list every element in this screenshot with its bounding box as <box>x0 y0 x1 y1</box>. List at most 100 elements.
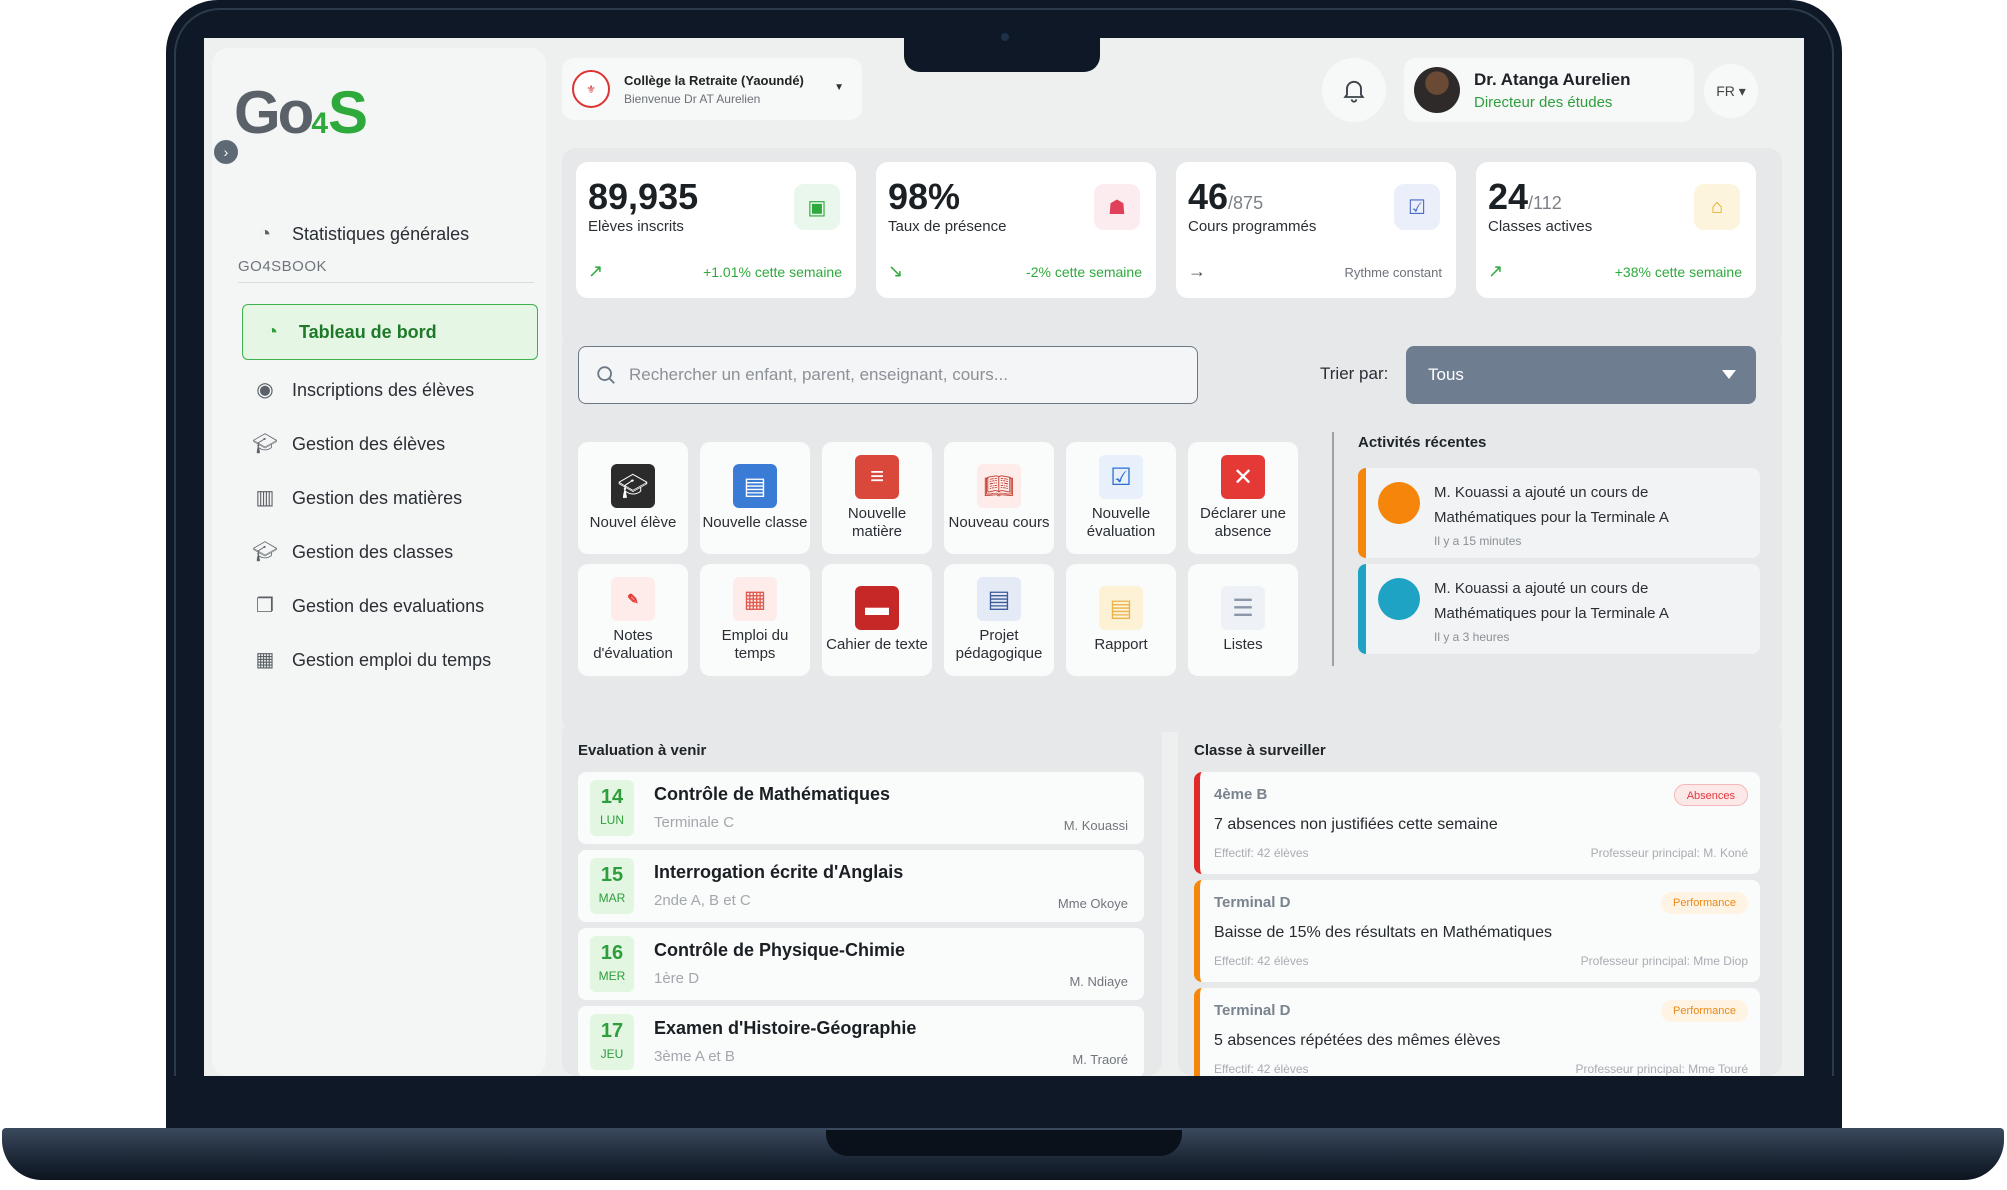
activity-item[interactable]: M. Kouassi a ajouté un cours de Mathémat… <box>1358 564 1760 654</box>
action-nouvelle-matiere[interactable]: ≡ Nouvelle matière <box>822 442 932 554</box>
trend-up-icon: ↗ <box>1488 261 1504 281</box>
action-nouvel-eleve[interactable]: 🎓︎ Nouvel élève <box>578 442 688 554</box>
date-badge: 17 JEU <box>590 1014 634 1070</box>
evaluation-teacher: Mme Okoye <box>1057 896 1128 911</box>
sort-label: Trier par: <box>1320 364 1389 383</box>
collapse-sidebar-button[interactable]: › <box>214 140 238 164</box>
sidebar-item-gestion-classes[interactable]: 🎓︎ Gestion des classes <box>242 524 538 580</box>
action-declarer-absence[interactable]: ✕ Déclarer une absence <box>1188 442 1298 554</box>
stat-card-eleves[interactable]: 89,935 Elèves inscrits ▣ ↗ +1.01% cette … <box>576 162 856 298</box>
watch-row[interactable]: 4ème B Absences 7 absences non justifiée… <box>1194 772 1760 874</box>
copy-icon: ❐ <box>256 595 274 617</box>
document-icon: ▤ <box>1099 586 1143 630</box>
action-listes[interactable]: ☰ Listes <box>1188 564 1298 676</box>
evaluation-row[interactable]: 16 MER Contrôle de Physique-Chimie 1ère … <box>578 928 1144 1000</box>
status-badge: Performance <box>1661 1000 1748 1022</box>
activity-item[interactable]: M. Kouassi a ajouté un cours de Mathémat… <box>1358 468 1760 558</box>
stat-card-classes[interactable]: 24/112 Classes actives ⌂ ↗ +38% cette se… <box>1476 162 1756 298</box>
search-input[interactable]: Rechercher un enfant, parent, enseignant… <box>578 346 1198 404</box>
sidebar-item-label: Gestion emploi du temps <box>292 649 492 670</box>
sidebar-item-gestion-eleves[interactable]: 🎓︎ Gestion des élèves <box>242 416 538 472</box>
class-name: 4ème B <box>1214 786 1268 803</box>
action-rapport[interactable]: ▤ Rapport <box>1066 564 1176 676</box>
stat-label: Taux de présence <box>888 218 1007 235</box>
divider <box>238 282 534 283</box>
action-projet-pedagogique[interactable]: ▤ Projet pédagogique <box>944 564 1054 676</box>
evaluation-row[interactable]: 17 JEU Examen d'Histoire-Géographie 3ème… <box>578 1006 1144 1076</box>
sort-select[interactable]: Tous <box>1406 346 1756 404</box>
evaluations-panel: Evaluation à venir 14 LUN Contrôle de Ma… <box>562 720 1162 1076</box>
divider <box>1332 432 1334 666</box>
watch-panel: Classe à surveiller 4ème B Absences 7 ab… <box>1178 720 1782 1076</box>
date-weekday: MER <box>598 969 626 983</box>
school-name: Collège la Retraite (Yaoundé) <box>624 72 804 88</box>
evaluation-class: 2nde A, B et C <box>654 892 751 909</box>
stat-value: 24/112 <box>1488 176 1562 217</box>
trend-down-icon: ↘ <box>888 261 904 281</box>
action-nouvelle-evaluation[interactable]: ☑ Nouvelle évaluation <box>1066 442 1176 554</box>
action-label: Nouvelle matière <box>847 505 907 540</box>
evaluation-class: Terminale C <box>654 814 735 831</box>
camera-icon <box>1001 33 1009 41</box>
date-day: 15 <box>600 864 624 886</box>
books-stack-icon: ≡ <box>855 455 899 499</box>
evaluation-row[interactable]: 14 LUN Contrôle de Mathématiques Termina… <box>578 772 1144 844</box>
stat-card-presence[interactable]: 98% Taux de présence ☗ ↘ -2% cette semai… <box>876 162 1156 298</box>
school-selector[interactable]: ⚜ Collège la Retraite (Yaoundé) Bienvenu… <box>562 58 862 120</box>
date-day: 16 <box>600 942 624 964</box>
actions-panel: Rechercher un enfant, parent, enseignant… <box>562 332 1782 732</box>
watch-row[interactable]: Terminal D Performance 5 absences répété… <box>1194 988 1760 1076</box>
app-logo[interactable]: Go4S <box>234 78 368 147</box>
stat-trend: +38% cette semaine <box>1614 264 1742 280</box>
notifications-button[interactable] <box>1322 58 1386 122</box>
sidebar-item-statistiques[interactable]: ◔ Statistiques générales <box>242 206 538 262</box>
action-notes-evaluation[interactable]: ✎ Notes d'évaluation <box>578 564 688 676</box>
chevron-down-icon: ▼ <box>834 82 844 93</box>
stat-card-cours[interactable]: 46/875 Cours programmés ☑ → Rythme const… <box>1176 162 1456 298</box>
class-description: Baisse de 15% des résultats en Mathémati… <box>1214 924 1552 941</box>
calendar-icon: ▦ <box>255 649 275 671</box>
activity-text: M. Kouassi a ajouté un cours de Mathémat… <box>1434 484 1669 526</box>
user-circle-icon: ◉ <box>256 379 274 401</box>
action-cahier-de-texte[interactable]: ▬ Cahier de texte <box>822 564 932 676</box>
calendar-icon: ▦ <box>733 577 777 621</box>
open-book-icon: 📖︎ <box>977 464 1021 508</box>
class-description: 7 absences non justifiées cette semaine <box>1214 816 1498 833</box>
action-emploi-du-temps[interactable]: ▦ Emploi du temps <box>700 564 810 676</box>
evaluation-row[interactable]: 15 MAR Interrogation écrite d'Anglais 2n… <box>578 850 1144 922</box>
student-icon: 🎓︎ <box>611 464 655 508</box>
user-name: Dr. Atanga Aurelien <box>1474 69 1631 89</box>
action-label: Nouvelle classe <box>702 514 808 531</box>
stat-label: Elèves inscrits <box>588 218 684 235</box>
class-effectif: Effectif: 42 élèves <box>1214 846 1309 860</box>
sort-value: Tous <box>1428 365 1464 384</box>
date-weekday: LUN <box>599 813 624 827</box>
sidebar: Go4S › ◔ Statistiques générales GO4SBOOK… <box>212 48 546 1076</box>
list-doc-icon: ☰ <box>1221 586 1265 630</box>
sidebar-section-label: GO4SBOOK <box>238 258 328 275</box>
class-professor: Professeur principal: Mme Touré <box>1575 1062 1748 1076</box>
activity-time: Il y a 15 minutes <box>1434 534 1522 548</box>
evaluation-teacher: M. Traoré <box>1072 1052 1128 1067</box>
sidebar-item-label: Gestion des matières <box>292 487 463 508</box>
sidebar-item-gestion-matieres[interactable]: ▥ Gestion des matières <box>242 470 538 526</box>
laptop-hinge <box>826 1130 1182 1156</box>
action-nouvelle-classe[interactable]: ▤ Nouvelle classe <box>700 442 810 554</box>
sidebar-item-tableau-de-bord[interactable]: ◔ Tableau de bord <box>242 304 538 360</box>
sidebar-item-inscriptions[interactable]: ◉ Inscriptions des élèves <box>242 362 538 418</box>
sidebar-item-emploi-du-temps[interactable]: ▦ Gestion emploi du temps <box>242 632 538 688</box>
pie-chart-icon: ◔ <box>258 223 272 245</box>
language-selector[interactable]: FR ▾ <box>1704 64 1758 118</box>
date-weekday: JEU <box>600 1047 624 1061</box>
evaluation-title: Interrogation écrite d'Anglais <box>654 862 904 882</box>
close-square-icon: ✕ <box>1221 455 1265 499</box>
action-label: Emploi du temps <box>721 627 789 662</box>
evaluation-teacher: M. Kouassi <box>1063 818 1128 833</box>
sidebar-item-gestion-evaluations[interactable]: ❐ Gestion des evaluations <box>242 578 538 634</box>
status-badge: Absences <box>1673 784 1748 806</box>
evaluation-title: Examen d'Histoire-Géographie <box>654 1018 917 1038</box>
user-profile[interactable]: Dr. Atanga Aurelien Directeur des études <box>1404 58 1694 122</box>
watch-row[interactable]: Terminal D Performance Baisse de 15% des… <box>1194 880 1760 982</box>
action-nouveau-cours[interactable]: 📖︎ Nouveau cours <box>944 442 1054 554</box>
arrow-right-icon: → <box>1188 261 1206 281</box>
